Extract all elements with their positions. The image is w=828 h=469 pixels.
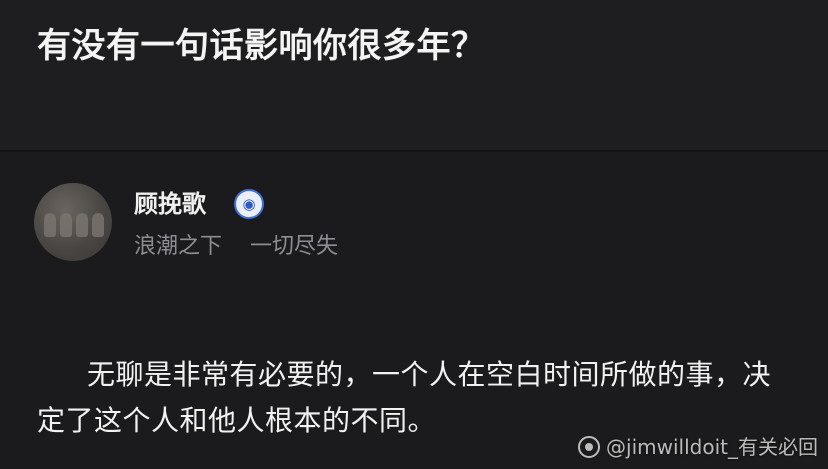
- watermark: @jimwilldoit_有关必回: [578, 433, 818, 461]
- watermark-text: @jimwilldoit_有关必回: [606, 435, 818, 459]
- avatar-image: [44, 213, 104, 241]
- author-row[interactable]: 顾挽歌 ◉ 浪潮之下 一切尽失: [34, 183, 794, 267]
- answer-body: 无聊是非常有必要的，一个人在空白时间所做的事，决定了这个人和他人根本的不同。: [37, 352, 797, 444]
- author-name[interactable]: 顾挽歌: [134, 187, 206, 221]
- header-divider: [0, 150, 828, 152]
- panda-badge-icon: ◉: [234, 189, 264, 219]
- avatar[interactable]: [34, 183, 112, 261]
- question-header: 有没有一句话影响你很多年？: [0, 0, 828, 150]
- answer-paragraph: 无聊是非常有必要的，一个人在空白时间所做的事，决定了这个人和他人根本的不同。: [37, 358, 772, 437]
- author-bio: 浪潮之下 一切尽失: [134, 234, 338, 259]
- question-title[interactable]: 有没有一句话影响你很多年？: [37, 22, 486, 70]
- weibo-logo-icon: [578, 436, 601, 458]
